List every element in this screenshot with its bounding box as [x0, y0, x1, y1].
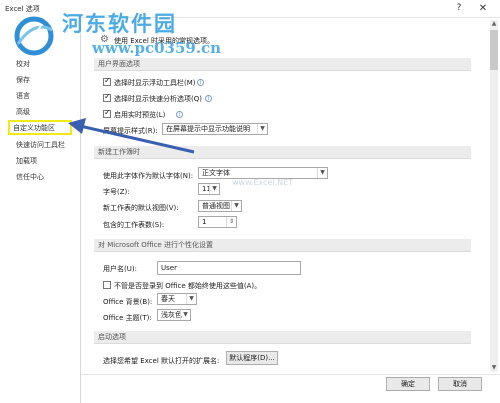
- chevron-down-icon: ▼: [186, 294, 196, 304]
- chevron-down-icon: ▼: [231, 201, 241, 211]
- quick-analysis-checkbox[interactable]: [103, 92, 111, 102]
- watermark-faint-text: www.Excel.NET: [232, 178, 294, 187]
- help-button[interactable]: ?: [452, 2, 466, 15]
- scroll-down-icon[interactable]: ▼: [490, 364, 498, 372]
- sheet-count-label: 包含的工作表数(S):: [103, 221, 165, 229]
- mini-toolbar-checkbox[interactable]: [103, 76, 111, 86]
- default-font-label: 使用此字体作为默认字体(N):: [103, 172, 194, 180]
- window-title: Excel 选项: [5, 5, 40, 13]
- watermark-logo-icon: [14, 16, 54, 56]
- username-input[interactable]: User: [157, 261, 301, 275]
- sheet-count-value: 1: [202, 218, 207, 226]
- default-font-value: 正文字体: [202, 169, 230, 177]
- section-personalize: 对 Microsoft Office 进行个性化设置: [94, 239, 471, 252]
- office-background-label: Office 背景(B):: [103, 298, 153, 306]
- mini-toolbar-label: 选择时显示浮动工具栏(M): [114, 79, 196, 87]
- office-theme-value: 浅灰色: [161, 311, 182, 319]
- section-startup: 启动选项: [94, 331, 471, 344]
- watermark-url: www.pc0359.cn: [92, 39, 222, 57]
- office-theme-select[interactable]: 浅灰色 ▼: [157, 309, 191, 321]
- font-size-select[interactable]: 11 ▼: [198, 183, 220, 195]
- sidebar-item-language[interactable]: 语言: [0, 88, 80, 104]
- watermark-title: 河东软件园: [62, 11, 177, 36]
- chevron-down-icon: ▼: [317, 168, 327, 178]
- cancel-button[interactable]: 取消: [438, 377, 482, 391]
- quick-analysis-label: 选择时显示快速分析选项(Q): [114, 95, 202, 103]
- close-button[interactable]: ✕: [476, 2, 490, 15]
- font-size-label: 字号(Z):: [103, 188, 130, 196]
- ok-button[interactable]: 确定: [386, 377, 430, 391]
- default-programs-button[interactable]: 默认程序(D)...: [226, 351, 278, 365]
- scrollbar[interactable]: [490, 20, 498, 372]
- default-view-label: 新工作表的默认视图(V):: [103, 204, 179, 212]
- default-view-value: 普通视图: [202, 202, 230, 210]
- always-use-checkbox[interactable]: [103, 281, 111, 289]
- stepper-arrows-icon[interactable]: ⇕: [226, 217, 236, 227]
- office-background-select[interactable]: 春天 ▼: [157, 293, 197, 305]
- chevron-down-icon: ▼: [180, 310, 190, 320]
- chevron-down-icon: ▼: [209, 184, 219, 194]
- section-ui-options: 用户界面选项: [94, 58, 471, 71]
- scrollbar-thumb[interactable]: [490, 30, 498, 70]
- office-background-value: 春天: [161, 295, 175, 303]
- username-label: 用户名(U):: [103, 265, 137, 273]
- annotation-arrow-icon: [68, 118, 195, 154]
- sidebar-item-save[interactable]: 保存: [0, 72, 80, 88]
- info-icon: i: [197, 79, 204, 86]
- footer-divider: [81, 374, 500, 375]
- office-theme-label: Office 主题(T):: [103, 314, 152, 322]
- default-view-select[interactable]: 普通视图 ▼: [198, 200, 242, 212]
- info-icon: i: [205, 95, 212, 102]
- extensions-label: 选择您希望 Excel 默认打开的扩展名:: [103, 357, 220, 365]
- sidebar-item-trust-center[interactable]: 信任中心: [0, 169, 80, 185]
- scroll-up-icon[interactable]: ▲: [490, 20, 498, 28]
- always-use-label: 不管是否登录到 Office 都始终使用这些值(A)。: [114, 282, 262, 290]
- chevron-down-icon: ▼: [257, 124, 267, 134]
- sidebar-item-proofing[interactable]: 校对: [0, 56, 80, 72]
- sheet-count-stepper[interactable]: 1 ⇕: [198, 216, 237, 228]
